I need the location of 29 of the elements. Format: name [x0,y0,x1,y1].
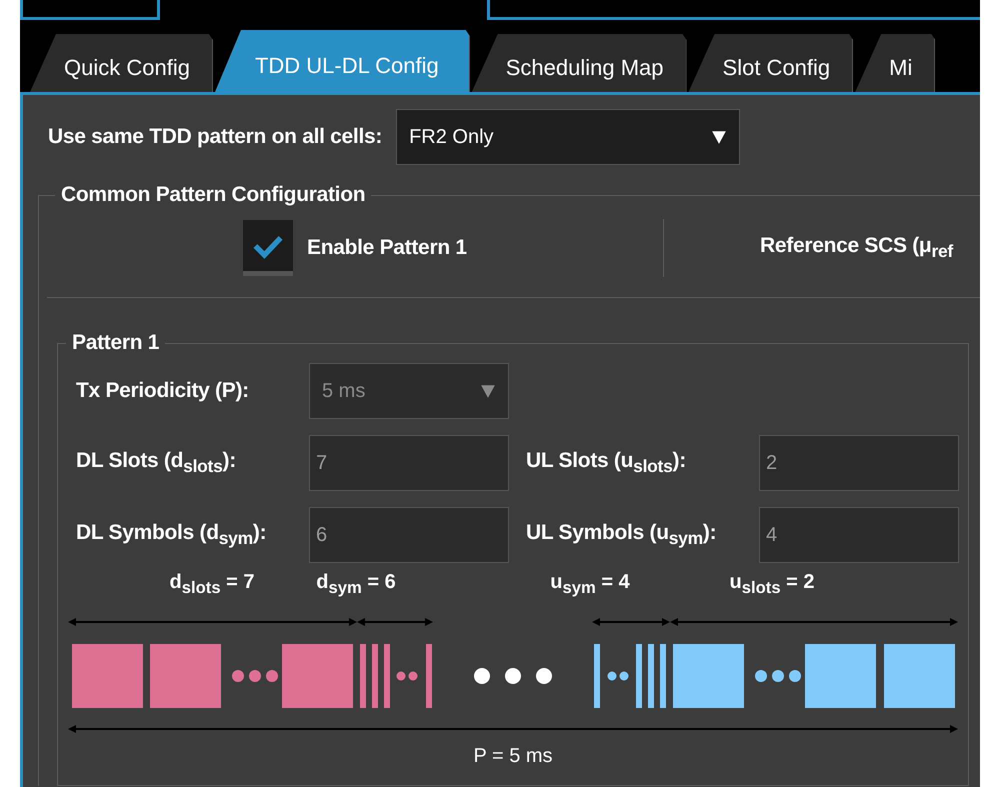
dimension-label: d$_{slots}$ = 7 [169,571,255,598]
input-field[interactable]: 4 [759,507,959,563]
field-label: DL Slots (d$_{slots}$): [76,448,237,478]
field-label: Use same TDD pattern on all cells: [48,125,382,149]
input-field[interactable]: 7 [309,435,509,491]
field-label: Reference SCS (μ$_{ref}$ [760,234,953,262]
group-title: Common Pattern Configuration [60,183,366,207]
tab[interactable]: Slot Config [688,34,854,92]
dimension-label: d$_{sym}$ = 6 [316,571,396,598]
tab[interactable]: Mi [855,34,936,92]
ellipsis-icon [474,668,552,684]
pattern-dropdown[interactable]: FR2 Only [396,109,740,165]
field-label: DL Symbols (d$_{sym}$): [76,520,268,550]
dimension-label: u$_{slots}$ = 2 [729,571,815,598]
tab[interactable]: Quick Config [30,34,213,92]
field-label: UL Symbols (u$_{sym}$): [525,520,718,550]
caret-icon [480,383,496,399]
period-label: P = 5 ms [473,745,553,768]
tab[interactable]: TDD UL-DL Config [214,30,470,92]
caret-icon [711,129,728,145]
checkbox[interactable] [243,220,293,276]
input-field[interactable]: 2 [759,435,959,491]
group-title: Pattern 1 [71,331,160,355]
dimension-label: u$_{sym}$ = 4 [550,571,630,598]
field-label: Tx Periodicity (P): [76,379,250,403]
field-label: UL Slots (u$_{slots}$): [525,448,687,478]
input-field[interactable]: 6 [309,507,509,563]
tab[interactable]: Scheduling Map [472,34,687,92]
checkbox-label: Enable Pattern 1 [307,236,467,260]
